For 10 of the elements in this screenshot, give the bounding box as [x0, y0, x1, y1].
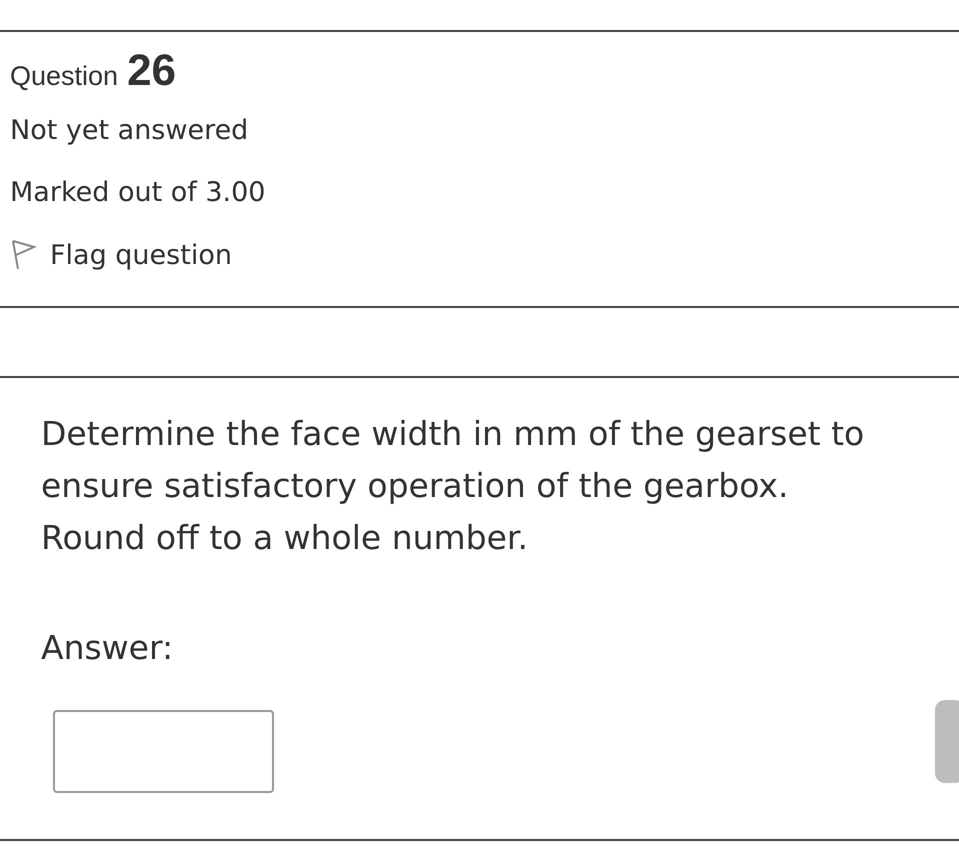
marks-text: Marked out of 3.00: [10, 176, 266, 210]
flag-icon: [10, 239, 38, 271]
flag-question-button[interactable]: Flag question: [10, 224, 232, 286]
side-handle[interactable]: [935, 700, 959, 783]
question-label: Question: [10, 61, 118, 92]
answer-field[interactable]: [53, 710, 274, 793]
question-number: 26: [127, 46, 176, 96]
answer-label: Answer:: [41, 627, 174, 669]
answer-status: Not yet answered: [10, 114, 248, 148]
question-text: Determine the face width in mm of the gearset to ensure satisfactory operation of the gearbox. Round off to a whole number.: [41, 413, 866, 559]
